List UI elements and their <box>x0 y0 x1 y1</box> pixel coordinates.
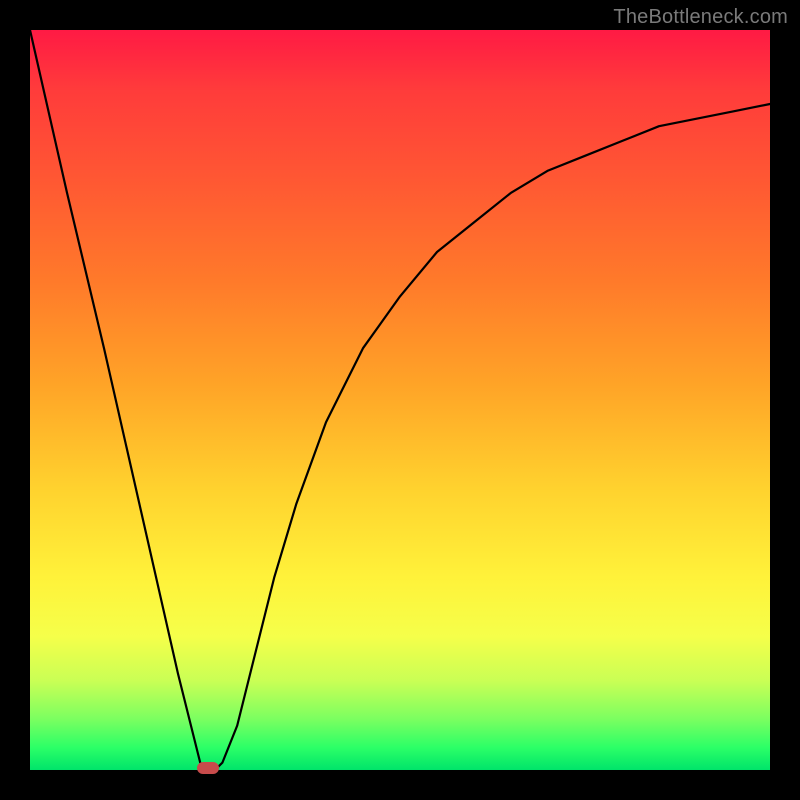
bottleneck-curve <box>30 30 770 770</box>
watermark-text: TheBottleneck.com <box>613 6 788 29</box>
minimum-marker <box>197 762 219 774</box>
chart-frame: TheBottleneck.com <box>0 0 800 800</box>
plot-area <box>30 30 770 770</box>
